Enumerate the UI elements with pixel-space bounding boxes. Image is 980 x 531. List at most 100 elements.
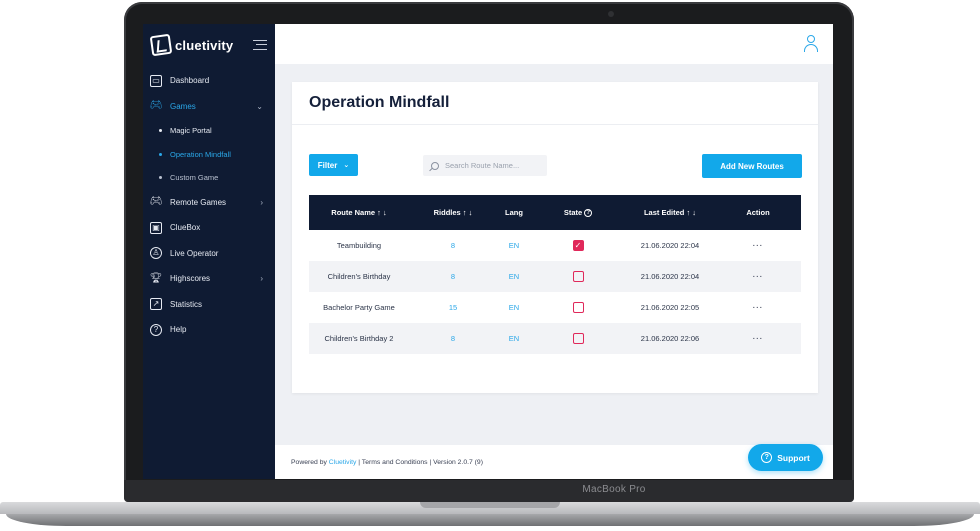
state-checkbox[interactable] — [572, 271, 584, 282]
laptop-notch — [420, 502, 560, 508]
footer-terms-link[interactable]: Terms and Conditions — [362, 459, 428, 466]
app-screen: cluetivity ▭ Dashboard 🎮︎ Games ⌄ Magic … — [143, 24, 833, 479]
sidebar-item-label: Live Operator — [170, 248, 219, 258]
footer-separator: | — [429, 459, 432, 466]
sidebar: cluetivity ▭ Dashboard 🎮︎ Games ⌄ Magic … — [143, 24, 275, 479]
table-row: Teambuilding 8 EN ✓ 21.06.2020 22:04 ··· — [309, 230, 801, 261]
row-actions-menu[interactable]: ··· — [715, 241, 801, 250]
filter-button[interactable]: Filter ⌄ — [309, 154, 358, 176]
cell-state — [531, 333, 625, 344]
sidebar-item-dashboard[interactable]: ▭ Dashboard — [143, 68, 275, 94]
row-actions-menu[interactable]: ··· — [715, 334, 801, 343]
sidebar-item-label: Statistics — [170, 299, 203, 309]
table-row: Children's Birthday 8 EN 21.06.2020 22:0… — [309, 261, 801, 292]
help-icon: ? — [761, 452, 773, 463]
footer-version: Version 2.0.7 (9) — [433, 459, 483, 466]
row-actions-menu[interactable]: ··· — [715, 303, 801, 312]
search-input[interactable] — [445, 161, 545, 170]
column-header-riddles[interactable]: Riddles ↑ ↓ — [409, 208, 497, 217]
footer-cluetivity-link[interactable]: Cluetivity — [329, 459, 357, 466]
state-checkbox[interactable] — [572, 333, 584, 344]
sidebar-subitem-magic-portal[interactable]: Magic Portal — [143, 119, 275, 143]
chevron-right-icon: › — [260, 274, 263, 284]
sidebar-item-remote-games[interactable]: 🎮︎ Remote Games › — [143, 190, 275, 216]
sidebar-item-label: Help — [170, 325, 187, 335]
help-icon: ? — [150, 323, 162, 336]
search-icon — [431, 161, 439, 170]
filter-button-label: Filter — [317, 160, 338, 170]
sidebar-item-label: Games — [170, 101, 196, 111]
table-body: Teambuilding 8 EN ✓ 21.06.2020 22:04 ···… — [309, 230, 801, 354]
sidebar-item-label: ClueBox — [170, 223, 201, 233]
cell-riddles[interactable]: 8 — [409, 272, 497, 281]
help-icon[interactable]: ? — [584, 208, 593, 217]
gamepad-icon: 🎮︎ — [149, 196, 163, 208]
sidebar-item-highscores[interactable]: 🏆︎ Highscores › — [143, 266, 275, 292]
add-new-routes-button[interactable]: Add New Routes — [702, 154, 802, 178]
cell-state — [531, 302, 625, 313]
sidebar-item-label: Dashboard — [170, 76, 210, 86]
cell-state — [531, 271, 625, 282]
laptop-base: MacBook Pro — [0, 480, 980, 528]
chart-icon: ↗ — [150, 298, 162, 311]
cluetivity-logo-icon — [149, 33, 173, 57]
sidebar-subitem-label: Operation Mindfall — [170, 149, 231, 159]
camera-dot — [608, 11, 614, 17]
divider — [292, 124, 818, 125]
chevron-down-icon: ⌄ — [256, 101, 263, 111]
chevron-down-icon: ⌄ — [343, 162, 350, 169]
box-icon: ▣ — [150, 221, 162, 234]
sidebar-item-help[interactable]: ? Help — [143, 317, 275, 343]
bullet-icon — [159, 129, 162, 133]
cell-riddles[interactable]: 8 — [409, 334, 497, 343]
cell-lang: EN — [508, 241, 520, 250]
cell-lang: EN — [508, 303, 520, 312]
sidebar-subitem-custom-game[interactable]: Custom Game — [143, 166, 275, 190]
page-title: Operation Mindfall — [309, 94, 450, 111]
laptop-hinge: MacBook Pro — [124, 480, 854, 502]
support-button[interactable]: ? Support — [748, 444, 823, 471]
cell-route-name: Teambuilding — [336, 241, 382, 250]
cell-last-edited: 21.06.2020 22:04 — [640, 241, 700, 250]
cell-riddles[interactable]: 15 — [409, 303, 497, 312]
sidebar-item-live-operator[interactable]: ♙ Live Operator — [143, 241, 275, 267]
user-profile-icon[interactable] — [803, 35, 819, 53]
sidebar-item-label: Remote Games — [170, 197, 227, 207]
footer: Powered by Cluetivity | Terms and Condit… — [275, 444, 833, 479]
table-row: Bachelor Party Game 15 EN 21.06.2020 22:… — [309, 292, 801, 323]
chevron-right-icon: › — [260, 197, 263, 207]
sidebar-subitem-operation-mindfall[interactable]: Operation Mindfall — [143, 143, 275, 167]
footer-text: Powered by Cluetivity | Terms and Condit… — [291, 459, 483, 466]
cell-route-name: Bachelor Party Game — [323, 303, 395, 312]
bullet-icon — [159, 152, 162, 156]
column-header-state: State ? — [531, 208, 625, 217]
device-brand-label: MacBook Pro — [582, 484, 646, 495]
routes-table: Route Name ↑ ↓ Riddles ↑ ↓ Lang State ? … — [309, 195, 801, 354]
row-actions-menu[interactable]: ··· — [715, 272, 801, 281]
sidebar-item-games[interactable]: 🎮︎ Games ⌄ — [143, 94, 275, 120]
sidebar-item-label: Highscores — [170, 274, 211, 284]
cell-riddles[interactable]: 8 — [409, 241, 497, 250]
column-header-lang: Lang — [505, 208, 523, 217]
hamburger-menu-icon[interactable] — [253, 40, 267, 50]
routes-card: Operation Mindfall Filter ⌄ Add New Rout… — [292, 82, 818, 393]
state-checkbox[interactable] — [572, 302, 584, 313]
sidebar-item-cluebox[interactable]: ▣ ClueBox — [143, 215, 275, 241]
table-row: Children's Birthday 2 8 EN 21.06.2020 22… — [309, 323, 801, 354]
sidebar-item-statistics[interactable]: ↗ Statistics — [143, 292, 275, 318]
bullet-icon — [159, 176, 162, 180]
support-button-label: Support — [777, 452, 810, 463]
cell-last-edited: 21.06.2020 22:05 — [640, 303, 700, 312]
search-box[interactable] — [423, 155, 547, 176]
sidebar-subitem-label: Magic Portal — [170, 126, 212, 136]
sidebar-subitem-label: Custom Game — [170, 173, 219, 183]
laptop-base-bottom — [6, 514, 974, 526]
cell-route-name: Children's Birthday — [327, 272, 391, 281]
state-checkbox-checked[interactable]: ✓ — [572, 240, 584, 251]
column-header-route-name[interactable]: Route Name ↑ ↓ — [309, 208, 409, 217]
brand-name: cluetivity — [175, 37, 234, 53]
operator-icon: ♙ — [150, 247, 162, 260]
cell-lang: EN — [508, 334, 520, 343]
top-bar — [275, 24, 833, 64]
column-header-last-edited[interactable]: Last Edited ↑ ↓ — [625, 208, 715, 217]
